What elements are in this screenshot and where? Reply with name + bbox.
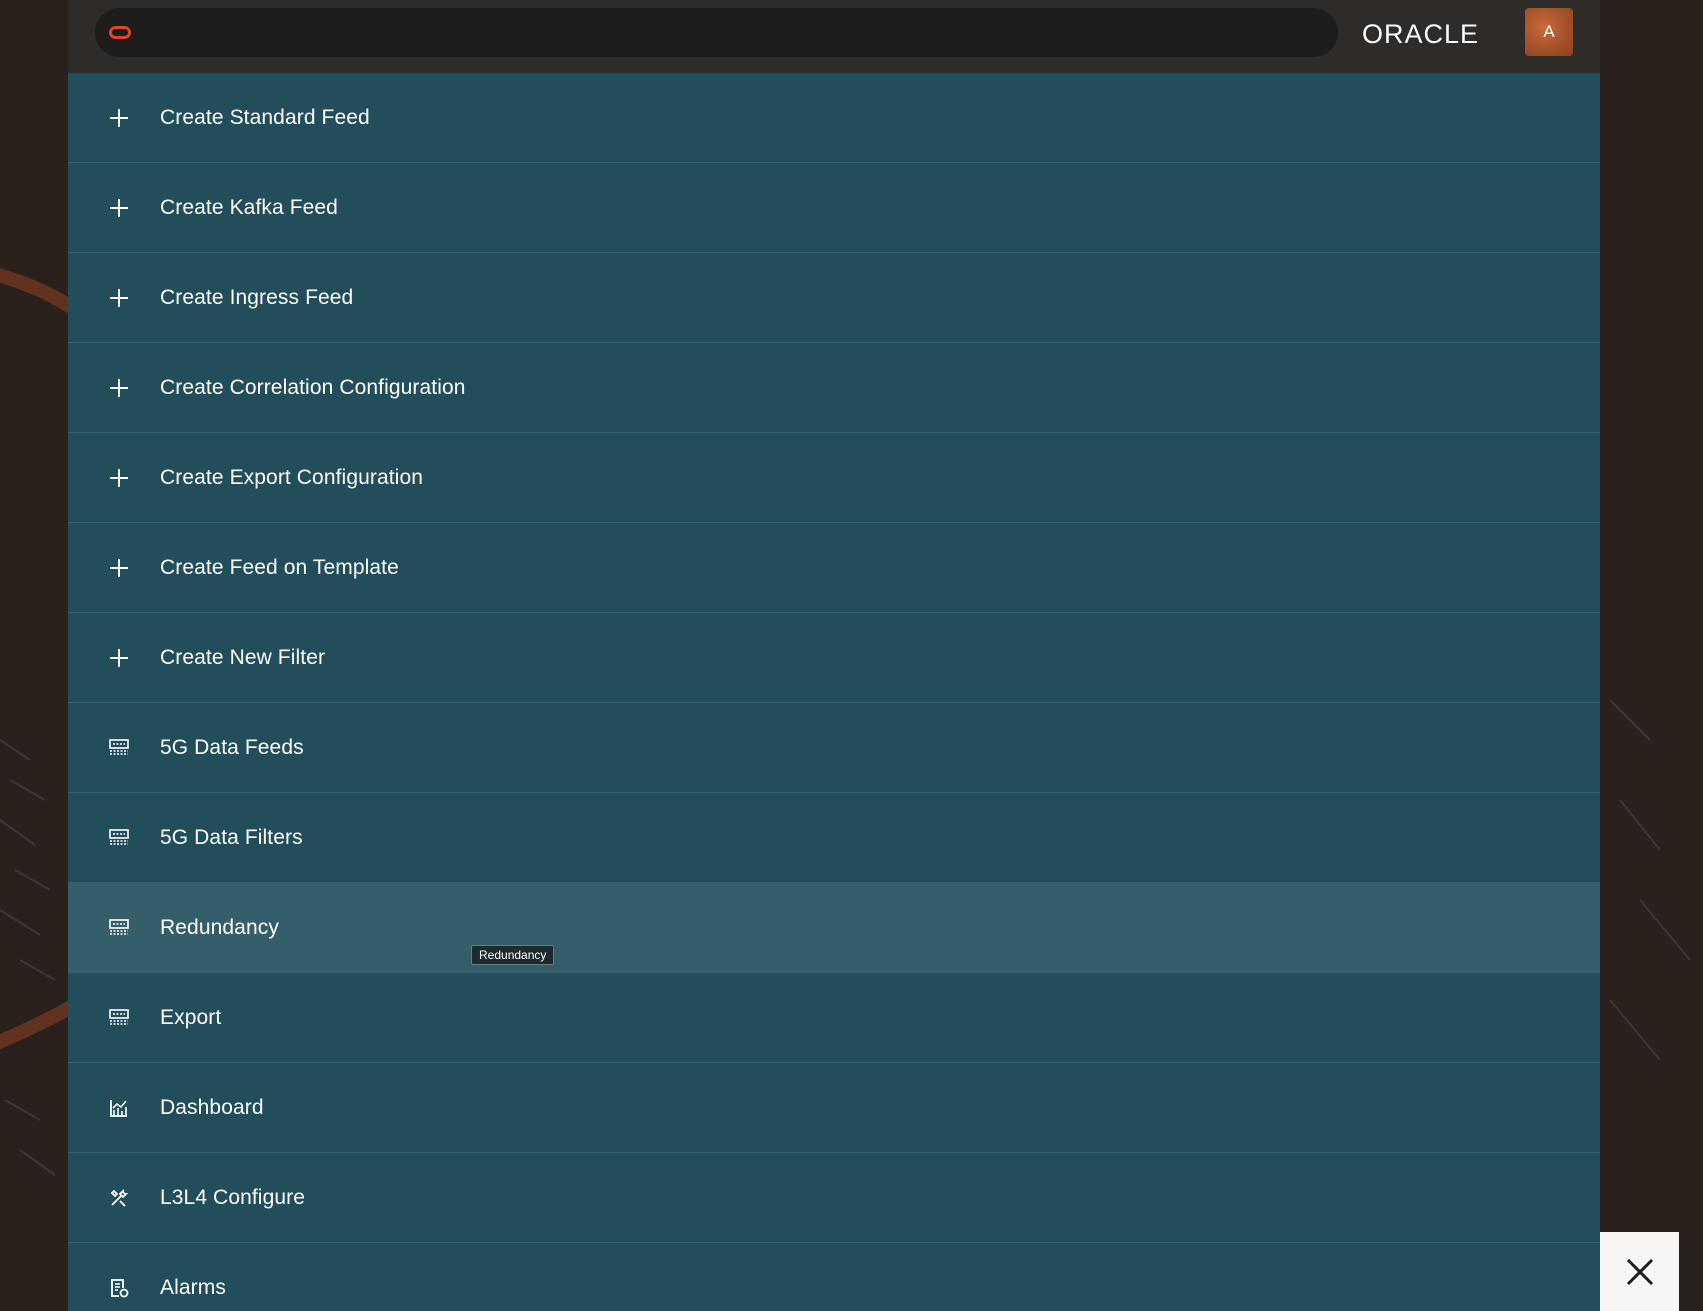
menu-item-label: Dashboard xyxy=(160,1095,264,1119)
menu-item-label: 5G Data Feeds xyxy=(160,735,304,759)
menu-item-label: Create Feed on Template xyxy=(160,555,399,579)
table-icon xyxy=(108,827,130,849)
menu-item-export[interactable]: Export xyxy=(68,973,1600,1063)
menu-item-label: L3L4 Configure xyxy=(160,1185,306,1209)
plus-icon xyxy=(108,467,130,489)
oracle-logo: ORACLE xyxy=(1362,19,1479,48)
oracle-o-icon xyxy=(109,26,131,39)
menu-item-5g-data-filters[interactable]: 5G Data Filters xyxy=(68,793,1600,883)
table-icon xyxy=(108,1007,130,1029)
plus-icon xyxy=(108,287,130,309)
close-button[interactable] xyxy=(1600,1232,1679,1311)
menu-item-5g-data-feeds[interactable]: 5G Data Feeds xyxy=(68,703,1600,793)
menu-item-label: Create New Filter xyxy=(160,645,326,669)
plus-icon xyxy=(108,557,130,579)
menu-item-redundancy[interactable]: Redundancy xyxy=(68,883,1600,973)
menu-item-alarms[interactable]: Alarms xyxy=(68,1243,1600,1311)
redundancy-tooltip: Redundancy xyxy=(471,945,555,965)
navigation-panel: ORACLE A Create Standard Feed Create Kaf… xyxy=(68,0,1600,1311)
menu-item-create-export-configuration[interactable]: Create Export Configuration xyxy=(68,433,1600,523)
menu-item-create-feed-on-template[interactable]: Create Feed on Template xyxy=(68,523,1600,613)
chart-icon xyxy=(108,1097,130,1119)
avatar-initial: A xyxy=(1543,22,1555,41)
search-bar[interactable] xyxy=(95,8,1338,57)
menu-item-label: 5G Data Filters xyxy=(160,825,303,849)
menu-item-label: Create Correlation Configuration xyxy=(160,375,466,399)
menu-item-create-ingress-feed[interactable]: Create Ingress Feed xyxy=(68,253,1600,343)
close-icon xyxy=(1626,1258,1653,1285)
plus-icon xyxy=(108,647,130,669)
navigation-menu: Create Standard Feed Create Kafka Feed C… xyxy=(68,73,1600,1311)
menu-item-dashboard[interactable]: Dashboard xyxy=(68,1063,1600,1153)
user-avatar[interactable]: A xyxy=(1525,8,1573,56)
menu-item-label: Alarms xyxy=(160,1275,226,1299)
top-bar: ORACLE A xyxy=(68,0,1600,73)
menu-item-label: Create Ingress Feed xyxy=(160,285,354,309)
plus-icon xyxy=(108,377,130,399)
plus-icon xyxy=(108,197,130,219)
menu-item-create-kafka-feed[interactable]: Create Kafka Feed xyxy=(68,163,1600,253)
table-icon xyxy=(108,917,130,939)
menu-item-create-new-filter[interactable]: Create New Filter xyxy=(68,613,1600,703)
menu-item-create-standard-feed[interactable]: Create Standard Feed xyxy=(68,73,1600,163)
alarm-list-icon xyxy=(108,1277,130,1299)
menu-item-label: Create Export Configuration xyxy=(160,465,424,489)
menu-item-label: Create Kafka Feed xyxy=(160,195,338,219)
table-icon xyxy=(108,737,130,759)
plus-icon xyxy=(108,107,130,129)
svg-text:ORACLE: ORACLE xyxy=(1362,19,1479,48)
menu-item-label: Export xyxy=(160,1005,222,1029)
menu-item-label: Create Standard Feed xyxy=(160,105,370,129)
menu-item-create-correlation-configuration[interactable]: Create Correlation Configuration xyxy=(68,343,1600,433)
menu-item-label: Redundancy xyxy=(160,915,279,939)
tools-icon xyxy=(108,1187,130,1209)
menu-item-l3l4-configure[interactable]: L3L4 Configure xyxy=(68,1153,1600,1243)
